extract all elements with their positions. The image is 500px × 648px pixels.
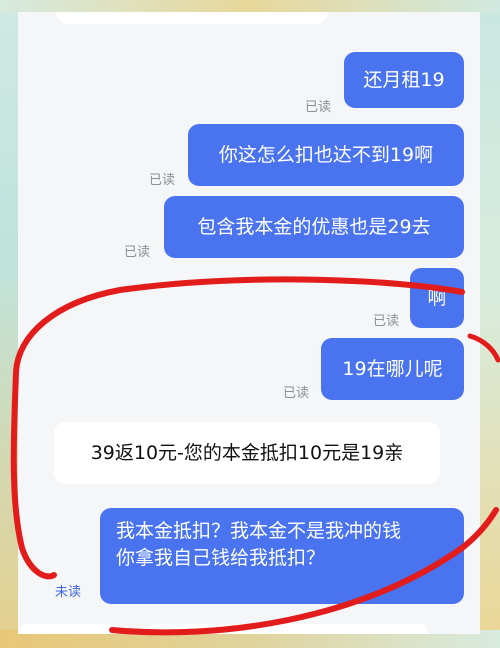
message-text: 啊 [427, 286, 447, 309]
message-text: 你这怎么扣也达不到19啊 [218, 143, 434, 166]
received-message-bubble[interactable]: 39返10元-您的本金抵扣10元是19亲 [54, 422, 440, 484]
read-receipt: 已读 [149, 173, 176, 188]
read-receipt: 已读 [373, 314, 400, 329]
my-message-bubble[interactable]: 我本金抵扣？我本金不是我冲的钱 你拿我自己钱给我抵扣？ [100, 508, 464, 604]
read-receipt: 已读 [124, 245, 151, 260]
message-text: 包含我本金的优惠也是29去 [197, 215, 431, 238]
message-text: 19在哪儿呢 [342, 357, 443, 380]
read-receipt: 已读 [283, 386, 310, 401]
message-text: 39返10元-您的本金抵扣10元是19亲 [90, 441, 404, 464]
my-message-bubble[interactable]: 啊 [410, 268, 464, 328]
my-message-bubble[interactable]: 你这怎么扣也达不到19啊 [188, 124, 464, 186]
read-receipt: 已读 [305, 100, 332, 115]
bottom-element-left [18, 624, 114, 634]
my-message-bubble[interactable]: 19在哪儿呢 [321, 338, 464, 400]
message-text-line: 你拿我自己钱给我抵扣？ [116, 547, 326, 569]
unread-receipt: 未读 [55, 585, 82, 600]
bottom-element-right [148, 624, 428, 634]
previous-message-bubble [56, 12, 328, 24]
my-message-bubble[interactable]: 包含我本金的优惠也是29去 [164, 196, 464, 258]
my-message-bubble[interactable]: 还月租19 [344, 52, 464, 108]
message-text: 还月租19 [363, 68, 445, 91]
message-text-line: 我本金抵扣？我本金不是我冲的钱 [116, 520, 402, 542]
chat-screen: 还月租19 已读 你这怎么扣也达不到19啊 已读 包含我本金的优惠也是29去 已… [18, 12, 480, 634]
